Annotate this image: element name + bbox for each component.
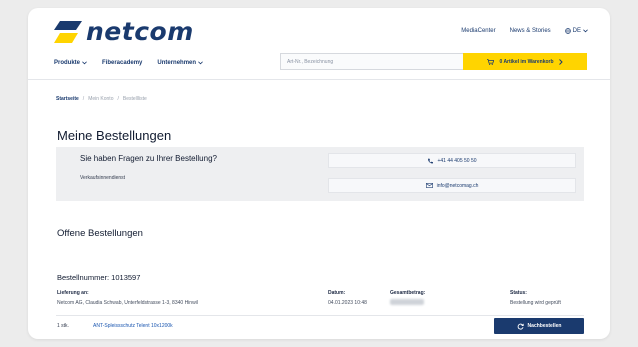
help-title: Sie haben Fragen zu Ihrer Bestellung? xyxy=(80,154,217,163)
page-title: Meine Bestellungen xyxy=(57,128,172,143)
status-label: Status: xyxy=(510,290,527,296)
chevron-down-icon xyxy=(82,61,87,65)
breadcrumb-separator: / xyxy=(117,96,119,102)
search-placeholder: Art-Nr., Bezeichnung xyxy=(287,58,334,65)
top-links: MediaCenter News & Stories DE xyxy=(461,28,588,34)
cart-button[interactable]: 0 Artikel im Warenkorb xyxy=(463,53,587,70)
breadcrumb: Startseite / Mein Konto / Bestellliste xyxy=(56,96,147,102)
order-number: Bestellnummer: 1013597 xyxy=(57,273,141,282)
product-link[interactable]: ANT-Spleissschutz Telent 10x1200k xyxy=(93,323,173,329)
open-orders-title: Offene Bestellungen xyxy=(57,228,143,239)
phone-number: +41 44 405 50 50 xyxy=(437,157,477,164)
language-selector[interactable]: DE xyxy=(564,28,588,34)
breadcrumb-home[interactable]: Startseite xyxy=(56,96,79,102)
nav-item-products[interactable]: Produkte xyxy=(54,60,87,66)
breadcrumb-separator: / xyxy=(82,96,85,102)
order-row-divider xyxy=(56,315,584,316)
total-value-redacted xyxy=(390,299,424,305)
cart-icon xyxy=(487,58,495,65)
refresh-icon xyxy=(517,323,524,330)
nav-item-fiberacademy-label: Fiberacademy xyxy=(102,60,143,66)
reorder-label: Nachbestellen xyxy=(527,323,562,329)
item-quantity: 1 stk. xyxy=(57,323,69,329)
media-center-link[interactable]: MediaCenter xyxy=(461,28,495,34)
delivery-value: Netcom AG, Claudia Schwab, Unterfeldstra… xyxy=(57,300,198,306)
email-button[interactable]: info@netcomag.ch xyxy=(328,178,576,193)
date-label: Datum: xyxy=(328,290,346,296)
news-stories-link[interactable]: News & Stories xyxy=(510,28,551,34)
nav-item-company[interactable]: Unternehmen xyxy=(157,60,203,66)
breadcrumb-account[interactable]: Mein Konto xyxy=(88,96,113,102)
help-box: Sie haben Fragen zu Ihrer Bestellung? Ve… xyxy=(56,147,584,201)
phone-icon xyxy=(428,158,434,163)
phone-button[interactable]: +41 44 405 50 50 xyxy=(328,153,576,168)
breadcrumb-current: Bestellliste xyxy=(122,96,147,102)
mail-icon xyxy=(425,183,433,188)
header-divider xyxy=(28,79,610,80)
netcom-logo[interactable]: netcom xyxy=(54,17,194,46)
status-value: Bestellung wird geprüft xyxy=(510,300,561,306)
date-value: 04.01.2023 10:48 xyxy=(328,300,367,306)
delivery-label: Lieferung an: xyxy=(57,290,89,296)
main-nav: Produkte Fiberacademy Unternehmen xyxy=(54,60,203,66)
search-input[interactable]: Art-Nr., Bezeichnung xyxy=(280,53,480,70)
nav-item-company-label: Unternehmen xyxy=(157,60,197,66)
email-address: info@netcomag.ch xyxy=(436,182,479,189)
logo-wordmark: netcom xyxy=(86,17,194,46)
chevron-right-icon xyxy=(558,58,563,65)
total-label: Gesamtbetrag: xyxy=(390,290,426,296)
chevron-down-icon xyxy=(198,61,203,65)
language-label: DE xyxy=(572,28,581,34)
main-card: netcom MediaCenter News & Stories DE Pro… xyxy=(28,8,610,339)
cart-label: 0 Artikel im Warenkorb xyxy=(499,58,554,65)
chevron-down-icon xyxy=(583,29,588,33)
globe-icon xyxy=(564,28,571,34)
nav-item-products-label: Produkte xyxy=(54,60,81,66)
logo-mark-icon xyxy=(54,20,82,43)
nav-item-fiberacademy[interactable]: Fiberacademy xyxy=(102,60,142,66)
help-subtitle: Verkaufsinnendienst xyxy=(80,175,126,181)
reorder-button[interactable]: Nachbestellen xyxy=(494,318,584,334)
